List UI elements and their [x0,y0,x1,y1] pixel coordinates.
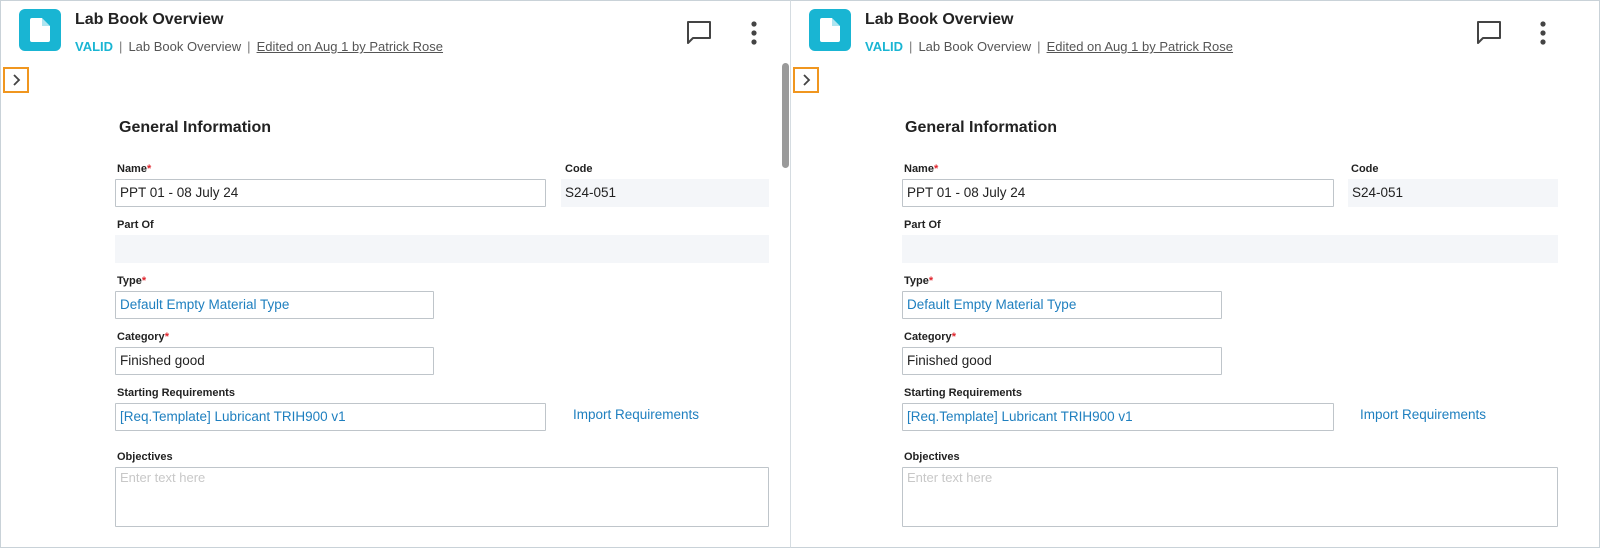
comment-icon [1477,21,1501,44]
code-value: S24-051 [561,179,769,207]
separator: | [1037,39,1041,54]
status-badge: VALID [75,39,114,54]
part-of-field[interactable] [902,235,1558,263]
right-panel: Lab Book Overview VALID | Lab Book Overvie… [790,0,1600,548]
page-title: Lab Book Overview [865,11,1014,28]
section-title: General Information [119,119,272,136]
type-label: Type* [117,275,147,287]
more-options-button[interactable] [1537,19,1549,47]
code-value: S24-051 [1348,179,1558,207]
import-requirements-link[interactable]: Import Requirements [1360,407,1486,422]
objectives-label: Objectives [117,451,173,463]
section-title: General Information [905,119,1058,136]
name-input[interactable]: PPT 01 - 08 July 24 [115,179,546,207]
part-of-field[interactable] [115,235,769,263]
separator: | [247,39,251,54]
starting-requirements-input[interactable]: [Req.Template] Lubricant TRIH900 v1 [902,403,1334,431]
scrollbar[interactable] [782,63,789,168]
breadcrumb: Lab Book Overview [128,39,242,54]
name-label: Name* [904,163,939,175]
breadcrumb: Lab Book Overview [918,39,1032,54]
status-badge: VALID [865,39,904,54]
separator: | [909,39,913,54]
name-input[interactable]: PPT 01 - 08 July 24 [902,179,1334,207]
comment-button[interactable] [685,19,713,47]
code-label: Code [1351,163,1379,175]
category-input[interactable]: Finished good [115,347,434,375]
objectives-label: Objectives [904,451,960,463]
starting-requirements-label: Starting Requirements [117,387,235,399]
part-of-label: Part Of [904,219,941,231]
edited-link[interactable]: Edited on Aug 1 by Patrick Rose [1047,39,1233,54]
expand-sidebar-button[interactable] [793,67,819,93]
more-vertical-icon [751,21,757,45]
chevron-right-icon [13,74,21,86]
document-icon [809,9,851,51]
comment-icon [687,21,711,44]
document-icon [19,9,61,51]
starting-requirements-label: Starting Requirements [904,387,1022,399]
starting-requirements-input[interactable]: [Req.Template] Lubricant TRIH900 v1 [115,403,546,431]
more-vertical-icon [1540,21,1546,45]
category-label: Category* [117,331,169,343]
page-title: Lab Book Overview [75,11,224,28]
comment-button[interactable] [1475,19,1503,47]
edited-link[interactable]: Edited on Aug 1 by Patrick Rose [257,39,443,54]
objectives-textarea[interactable]: Enter text here [902,467,1558,527]
import-requirements-link[interactable]: Import Requirements [573,407,699,422]
category-label: Category* [904,331,956,343]
category-input[interactable]: Finished good [902,347,1222,375]
type-label: Type* [904,275,934,287]
part-of-label: Part Of [117,219,154,231]
header-subline: VALID | Lab Book Overview | Edited on Aug 1 … [865,39,1233,54]
name-label: Name* [117,163,152,175]
left-panel: Lab Book Overview VALID | Lab Book Overvie… [0,0,791,548]
header-subline: VALID | Lab Book Overview | Edited on Aug 1 … [75,39,443,54]
type-input[interactable]: Default Empty Material Type [902,291,1222,319]
type-input[interactable]: Default Empty Material Type [115,291,434,319]
separator: | [119,39,123,54]
code-label: Code [565,163,593,175]
expand-sidebar-button[interactable] [3,67,29,93]
chevron-right-icon [803,74,811,86]
more-options-button[interactable] [748,19,760,47]
objectives-textarea[interactable]: Enter text here [115,467,769,527]
